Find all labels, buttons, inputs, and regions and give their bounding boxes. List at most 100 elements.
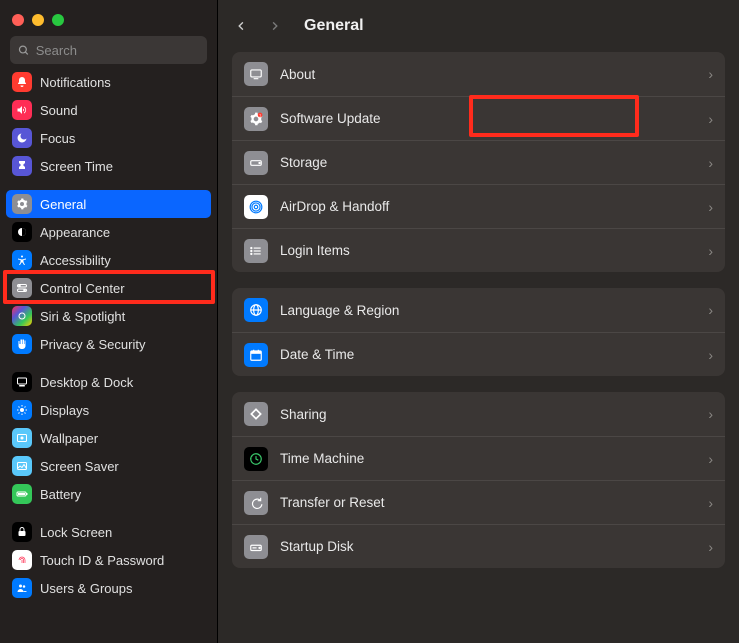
sidebar-item-privacy-security[interactable]: Privacy & Security	[6, 330, 211, 358]
battery-icon	[12, 484, 32, 504]
sidebar-item-label: Siri & Spotlight	[40, 309, 125, 324]
chevron-right-icon: ›	[708, 302, 713, 318]
sharing-icon	[244, 402, 268, 426]
search-field[interactable]	[10, 36, 207, 64]
row-label: Login Items	[280, 243, 708, 258]
lock-icon	[12, 522, 32, 542]
sun-icon	[12, 400, 32, 420]
search-icon	[18, 44, 30, 57]
sidebar-item-label: General	[40, 197, 86, 212]
sidebar-item-label: Appearance	[40, 225, 110, 240]
disk-icon	[244, 151, 268, 175]
page-title: General	[304, 17, 364, 35]
search-input[interactable]	[36, 43, 199, 58]
sidebar-item-siri-spotlight[interactable]: Siri & Spotlight	[6, 302, 211, 330]
main-header: General	[232, 0, 725, 52]
sidebar-item-label: Lock Screen	[40, 525, 112, 540]
row-label: Sharing	[280, 407, 708, 422]
chevron-right-icon: ›	[708, 347, 713, 363]
sidebar-item-displays[interactable]: Displays	[6, 396, 211, 424]
sidebar-item-label: Control Center	[40, 281, 125, 296]
sidebar-item-sound[interactable]: Sound	[6, 96, 211, 124]
close-window-button[interactable]	[12, 14, 24, 26]
timemachine-icon	[244, 447, 268, 471]
bell-icon	[12, 72, 32, 92]
sidebar-item-label: Touch ID & Password	[40, 553, 164, 568]
row-sharing[interactable]: Sharing ›	[232, 392, 725, 436]
minimize-window-button[interactable]	[32, 14, 44, 26]
row-airdrop-handoff[interactable]: AirDrop & Handoff ›	[232, 184, 725, 228]
row-transfer-reset[interactable]: Transfer or Reset ›	[232, 480, 725, 524]
row-storage[interactable]: Storage ›	[232, 140, 725, 184]
row-label: Storage	[280, 155, 708, 170]
sidebar-item-label: Accessibility	[40, 253, 111, 268]
sidebar-item-label: Sound	[40, 103, 78, 118]
moon-icon	[12, 128, 32, 148]
screensaver-icon	[12, 456, 32, 476]
settings-group: Language & Region › Date & Time ›	[232, 288, 725, 376]
sidebar-item-wallpaper[interactable]: Wallpaper	[6, 424, 211, 452]
sidebar-item-label: Notifications	[40, 75, 111, 90]
calendar-icon	[244, 343, 268, 367]
row-time-machine[interactable]: Time Machine ›	[232, 436, 725, 480]
row-about[interactable]: About ›	[232, 52, 725, 96]
row-label: Language & Region	[280, 303, 708, 318]
airdrop-icon	[244, 195, 268, 219]
users-icon	[12, 578, 32, 598]
sidebar-item-control-center[interactable]: Control Center	[6, 274, 211, 302]
hand-icon	[12, 334, 32, 354]
dock-icon	[12, 372, 32, 392]
sidebar-list: Notifications Sound Focus Screen Time Ge…	[0, 72, 217, 643]
sidebar-item-label: Screen Saver	[40, 459, 119, 474]
sidebar-item-touch-id-password[interactable]: Touch ID & Password	[6, 546, 211, 574]
switches-icon	[12, 278, 32, 298]
row-date-time[interactable]: Date & Time ›	[232, 332, 725, 376]
chevron-right-icon: ›	[708, 66, 713, 82]
sidebar-item-users-groups[interactable]: Users & Groups	[6, 574, 211, 602]
chevron-right-icon: ›	[708, 495, 713, 511]
settings-group: Sharing › Time Machine › Transfer or Res…	[232, 392, 725, 568]
gear-badge-icon: 1	[244, 107, 268, 131]
sidebar-item-lock-screen[interactable]: Lock Screen	[6, 518, 211, 546]
chevron-left-icon	[236, 18, 247, 34]
forward-button[interactable]	[265, 16, 284, 36]
svg-text:1: 1	[259, 113, 261, 117]
chevron-right-icon: ›	[708, 199, 713, 215]
row-language-region[interactable]: Language & Region ›	[232, 288, 725, 332]
row-startup-disk[interactable]: Startup Disk ›	[232, 524, 725, 568]
chevron-right-icon: ›	[708, 451, 713, 467]
appearance-icon	[12, 222, 32, 242]
sidebar-item-general[interactable]: General	[6, 190, 211, 218]
row-login-items[interactable]: Login Items ›	[232, 228, 725, 272]
speaker-icon	[12, 100, 32, 120]
sidebar-item-desktop-dock[interactable]: Desktop & Dock	[6, 368, 211, 396]
window-controls	[0, 0, 217, 36]
row-label: Startup Disk	[280, 539, 708, 554]
transfer-icon	[244, 491, 268, 515]
accessibility-icon	[12, 250, 32, 270]
sidebar-item-notifications[interactable]: Notifications	[6, 72, 211, 96]
mac-icon	[244, 62, 268, 86]
sidebar-item-label: Users & Groups	[40, 581, 132, 596]
main-panel: General About › 1 Software Update › Stor…	[218, 0, 739, 643]
sidebar-item-appearance[interactable]: Appearance	[6, 218, 211, 246]
row-software-update[interactable]: 1 Software Update ›	[232, 96, 725, 140]
fullscreen-window-button[interactable]	[52, 14, 64, 26]
sidebar-item-screen-saver[interactable]: Screen Saver	[6, 452, 211, 480]
sidebar-item-focus[interactable]: Focus	[6, 124, 211, 152]
sidebar-item-label: Screen Time	[40, 159, 113, 174]
row-label: Date & Time	[280, 347, 708, 362]
settings-group: About › 1 Software Update › Storage › Ai…	[232, 52, 725, 272]
sidebar-item-label: Displays	[40, 403, 89, 418]
sidebar-item-screen-time[interactable]: Screen Time	[6, 152, 211, 180]
back-button[interactable]	[232, 16, 251, 36]
chevron-right-icon: ›	[708, 406, 713, 422]
sidebar-item-battery[interactable]: Battery	[6, 480, 211, 508]
hourglass-icon	[12, 156, 32, 176]
sidebar-item-label: Desktop & Dock	[40, 375, 133, 390]
row-label: Transfer or Reset	[280, 495, 708, 510]
sidebar-item-label: Battery	[40, 487, 81, 502]
sidebar-item-accessibility[interactable]: Accessibility	[6, 246, 211, 274]
chevron-right-icon: ›	[708, 539, 713, 555]
row-label: About	[280, 67, 708, 82]
